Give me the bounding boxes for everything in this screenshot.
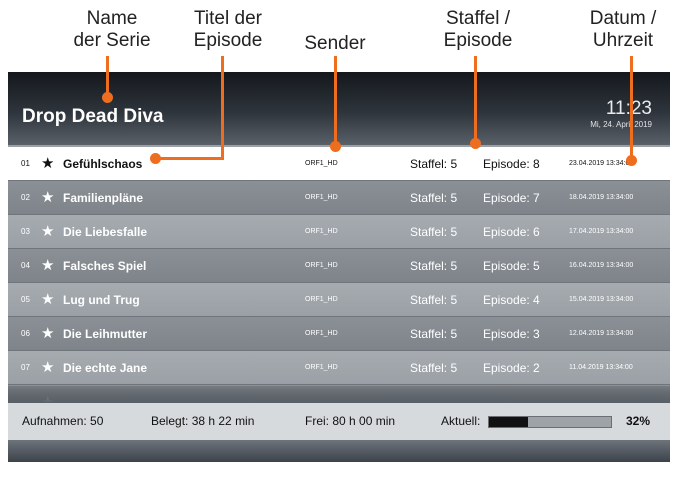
season-number: Staffel: 5	[410, 293, 458, 307]
leader-dot-date	[626, 155, 637, 166]
leader-dot-channel	[330, 141, 341, 152]
leader-line-season	[474, 56, 477, 142]
record-datetime: 16.04.2019 13:34:00	[569, 262, 634, 269]
season-number: Staffel: 5	[410, 327, 458, 341]
record-datetime: 23.04.2019 13:34:00	[569, 160, 634, 167]
current-label: Aktuell:	[441, 414, 481, 428]
leader-dot-title	[150, 153, 161, 164]
annotation-channel: Sender	[304, 33, 366, 54]
annotation-date-time: Datum / Uhrzeit	[589, 8, 657, 51]
episode-title: Familienpläne	[63, 191, 144, 205]
star-icon: ★	[41, 359, 55, 376]
season-number: Staffel: 5	[410, 157, 458, 171]
star-icon: ★	[41, 189, 55, 206]
episode-number: 01	[21, 159, 30, 168]
clock-date: Mi, 24. April 2019	[590, 120, 652, 129]
list-fade	[8, 386, 670, 403]
episode-number: 04	[21, 261, 30, 270]
leader-line-series	[106, 56, 109, 96]
storage-percent: 32%	[626, 414, 651, 428]
leader-line-date	[630, 56, 633, 160]
record-datetime: 11.04.2019 13:34:00	[569, 364, 633, 371]
episode-row[interactable]: 01 ★ Gefühlschaos ORF1_HD Staffel: 5 Epi…	[8, 147, 670, 181]
record-datetime: 12.04.2019 13:34:00	[569, 330, 634, 337]
leader-dot-series	[102, 92, 113, 103]
annotation-episode-title: Titel der Episode	[193, 8, 263, 51]
episode-number: 05	[21, 295, 30, 304]
channel-name: ORF1_HD	[305, 194, 338, 201]
episode-row[interactable]: 02 ★ Familienpläne ORF1_HD Staffel: 5 Ep…	[8, 181, 670, 215]
episode-index: Episode: 2	[483, 361, 540, 375]
episode-index: Episode: 8	[483, 157, 540, 171]
episode-number: 07	[21, 363, 30, 372]
leader-line-channel	[334, 56, 337, 146]
episode-index: Episode: 4	[483, 293, 540, 307]
season-number: Staffel: 5	[410, 361, 458, 375]
episode-title: Die Leihmutter	[63, 327, 148, 341]
season-number: Staffel: 5	[410, 225, 458, 239]
episode-row[interactable]: 07 ★ Die echte Jane ORF1_HD Staffel: 5 E…	[8, 351, 670, 385]
star-icon: ★	[41, 155, 55, 172]
episode-list: 01 ★ Gefühlschaos ORF1_HD Staffel: 5 Epi…	[8, 147, 670, 411]
episode-number: 02	[21, 193, 30, 202]
episode-number: 03	[21, 227, 30, 236]
annotation-season-episode: Staffel / Episode	[443, 8, 513, 51]
episode-index: Episode: 5	[483, 259, 540, 273]
recordings-count: Aufnahmen: 50	[22, 414, 104, 428]
episode-row[interactable]: 05 ★ Lug und Trug ORF1_HD Staffel: 5 Epi…	[8, 283, 670, 317]
episode-row[interactable]: 06 ★ Die Leihmutter ORF1_HD Staffel: 5 E…	[8, 317, 670, 351]
record-datetime: 15.04.2019 13:34:00	[569, 296, 634, 303]
leader-dot-season	[470, 138, 481, 149]
channel-name: ORF1_HD	[305, 262, 338, 269]
series-title: Drop Dead Diva	[22, 106, 164, 127]
episode-index: Episode: 6	[483, 225, 540, 239]
episode-title: Lug und Trug	[63, 293, 140, 307]
clock: 11:23	[605, 98, 652, 119]
storage-free: Frei: 80 h 00 min	[305, 414, 396, 428]
leader-line-title-h	[158, 157, 224, 160]
star-icon: ★	[41, 325, 55, 342]
episode-number: 06	[21, 329, 30, 338]
storage-progress-bar	[488, 416, 612, 428]
recordings-screen: Drop Dead Diva 11:23 Mi, 24. April 2019 …	[8, 72, 670, 462]
channel-name: ORF1_HD	[305, 296, 338, 303]
episode-title: Falsches Spiel	[63, 259, 147, 273]
episode-row[interactable]: 03 ★ Die Liebesfalle ORF1_HD Staffel: 5 …	[8, 215, 670, 249]
star-icon: ★	[41, 223, 55, 240]
channel-name: ORF1_HD	[305, 364, 338, 371]
season-number: Staffel: 5	[410, 259, 458, 273]
episode-title: Die Liebesfalle	[63, 225, 148, 239]
star-icon: ★	[41, 257, 55, 274]
season-number: Staffel: 5	[410, 191, 458, 205]
status-bar: Aufnahmen: 50 Belegt: 38 h 22 min Frei: …	[8, 403, 670, 440]
storage-used: Belegt: 38 h 22 min	[151, 414, 255, 428]
leader-line-title-v	[221, 56, 224, 160]
episode-index: Episode: 7	[483, 191, 540, 205]
annotation-series-name: Name der Serie	[73, 8, 151, 51]
record-datetime: 17.04.2019 13:34:00	[569, 228, 634, 235]
footer-bar	[8, 440, 670, 462]
episode-title: Die echte Jane	[63, 361, 148, 375]
star-icon: ★	[41, 291, 55, 308]
record-datetime: 18.04.2019 13:34:00	[569, 194, 634, 201]
storage-progress-fill	[489, 417, 529, 427]
episode-index: Episode: 3	[483, 327, 540, 341]
channel-name: ORF1_HD	[305, 330, 338, 337]
episode-row[interactable]: 04 ★ Falsches Spiel ORF1_HD Staffel: 5 E…	[8, 249, 670, 283]
episode-title: Gefühlschaos	[63, 157, 143, 171]
channel-name: ORF1_HD	[305, 228, 338, 235]
channel-name: ORF1_HD	[305, 160, 338, 167]
